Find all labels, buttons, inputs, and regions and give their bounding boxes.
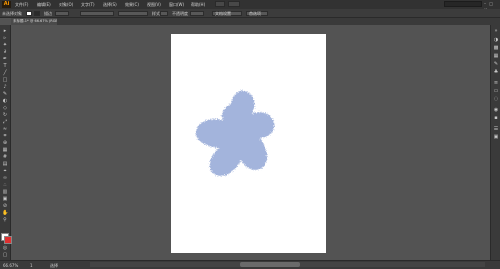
rectangle-tool-icon[interactable]: □ [2,77,8,83]
artboard-tool-icon[interactable]: ▣ [2,196,8,202]
gradient-tool-icon[interactable]: ▤ [2,161,8,167]
gradient-panel-icon[interactable]: ▭ [493,88,499,94]
panel-dock: » ◑ ▩ ▦ ✎ ♣ ≡ ▭ ◌ ◉ ▪ ☰ ▣ [490,25,500,260]
preferences-label: 首选项 [249,11,261,16]
brush-definition[interactable] [118,11,148,16]
menu-file[interactable]: 文件(F) [15,1,28,8]
width-tool-icon[interactable]: ≈ [2,126,8,132]
eraser-tool-icon[interactable]: ◇ [2,105,8,111]
menu-help[interactable]: 帮助(H) [191,1,205,8]
document-setup-label: 文档设置 [215,11,231,16]
perspective-grid-tool-icon[interactable]: ▦ [2,147,8,153]
artboard-number[interactable]: 1 [30,262,33,269]
drawing-mode-icon[interactable]: ◎ [2,245,8,251]
pen-tool-icon[interactable]: ✒ [2,56,8,62]
zoom-level[interactable]: 66.67% [3,262,18,269]
menu-type[interactable]: 文字(T) [81,1,95,8]
status-mode[interactable]: 选择 [50,262,58,269]
fuzzy-flower-shape[interactable] [195,90,275,177]
fill-color-swatch[interactable] [26,11,32,16]
stroke-label: 描边 [44,11,52,16]
symbols-panel-icon[interactable]: ♣ [493,69,499,75]
screen-mode-icon[interactable]: ▢ [2,252,8,258]
menu-bar: Ai 文件(F) 编辑(E) 对象(O) 文字(T) 选择(S) 效果(C) 视… [0,0,500,12]
selection-tool-icon[interactable]: ▸ [2,28,8,34]
eyedropper-tool-icon[interactable]: ⌖ [2,168,8,174]
app-logo: Ai [2,1,11,8]
brushes-panel-icon[interactable]: ✎ [493,61,499,67]
control-bar: 未选择对象 描边 样式 不透明度 文档设置 首选项 [0,9,500,18]
color-panel-icon[interactable]: ◑ [493,37,499,43]
direct-selection-tool-icon[interactable]: ▹ [2,35,8,41]
swatches-panel-icon[interactable]: ▦ [493,53,499,59]
variable-width-profile[interactable] [80,11,114,16]
tools-panel: ▸ ▹ ✦ ∂ ✒ T ╱ □ ♪ ✎ ◐ ◇ ↻ ⤢ ≈ ⌗ ⊕ ▦ # ▤ … [0,25,12,260]
arrange-documents-button[interactable] [228,1,240,7]
line-tool-icon[interactable]: ╱ [2,70,8,76]
transparency-panel-icon[interactable]: ◌ [493,96,499,102]
stroke-weight-field[interactable] [55,11,69,16]
menu-select[interactable]: 选择(S) [103,1,117,8]
paintbrush-tool-icon[interactable]: ♪ [2,84,8,90]
shape-builder-tool-icon[interactable]: ⊕ [2,140,8,146]
graphic-styles-icon[interactable]: ▪ [493,115,499,121]
flower-shape-canvas [195,90,275,177]
scale-tool-icon[interactable]: ⤢ [2,119,8,125]
opacity-field[interactable] [190,11,204,16]
column-graph-tool-icon[interactable]: ▥ [2,189,8,195]
style-label: 样式 [152,11,160,16]
bridge-button[interactable] [215,1,225,7]
artboards-panel-icon[interactable]: ▣ [493,134,499,140]
menu-edit[interactable]: 编辑(E) [37,1,51,8]
appearance-panel-icon[interactable]: ◉ [493,107,499,113]
document-tab-bar [11,18,500,25]
color-guide-icon[interactable]: ▩ [493,45,499,51]
slice-tool-icon[interactable]: ⊘ [2,203,8,209]
free-transform-tool-icon[interactable]: ⌗ [2,133,8,139]
pencil-tool-icon[interactable]: ✎ [2,91,8,97]
magic-wand-tool-icon[interactable]: ✦ [2,42,8,48]
search-input[interactable] [444,1,482,7]
symbol-sprayer-tool-icon[interactable]: ∴ [2,182,8,188]
rotate-tool-icon[interactable]: ↻ [2,112,8,118]
stroke-swatch[interactable] [4,236,12,244]
menu-object[interactable]: 对象(O) [59,1,73,8]
menu-effect[interactable]: 效果(C) [125,1,139,8]
hand-tool-icon[interactable]: ✋ [2,210,8,216]
lasso-tool-icon[interactable]: ∂ [2,49,8,55]
blob-brush-tool-icon[interactable]: ◐ [2,98,8,104]
type-tool-icon[interactable]: T [2,63,8,69]
artboard[interactable] [171,34,326,253]
blend-tool-icon[interactable]: ∞ [2,175,8,181]
stroke-color-swatch[interactable] [34,11,40,16]
zoom-tool-icon[interactable]: ⚲ [2,217,8,223]
graphic-style-swatch[interactable] [160,11,168,16]
scrollbar-thumb[interactable] [240,262,300,267]
opacity-label: 不透明度 [172,11,188,16]
document-tab[interactable]: 未标题-1* @ 66.67% (RGB/预览) [11,18,57,25]
mesh-tool-icon[interactable]: # [2,154,8,160]
layers-panel-icon[interactable]: ☰ [493,126,499,132]
stroke-panel-icon[interactable]: ≡ [493,80,499,86]
selection-status: 未选择对象 [2,11,22,16]
collapse-panels-icon[interactable]: » [493,28,499,34]
menu-view[interactable]: 视图(V) [147,1,161,8]
menu-window[interactable]: 窗口(W) [169,1,184,8]
